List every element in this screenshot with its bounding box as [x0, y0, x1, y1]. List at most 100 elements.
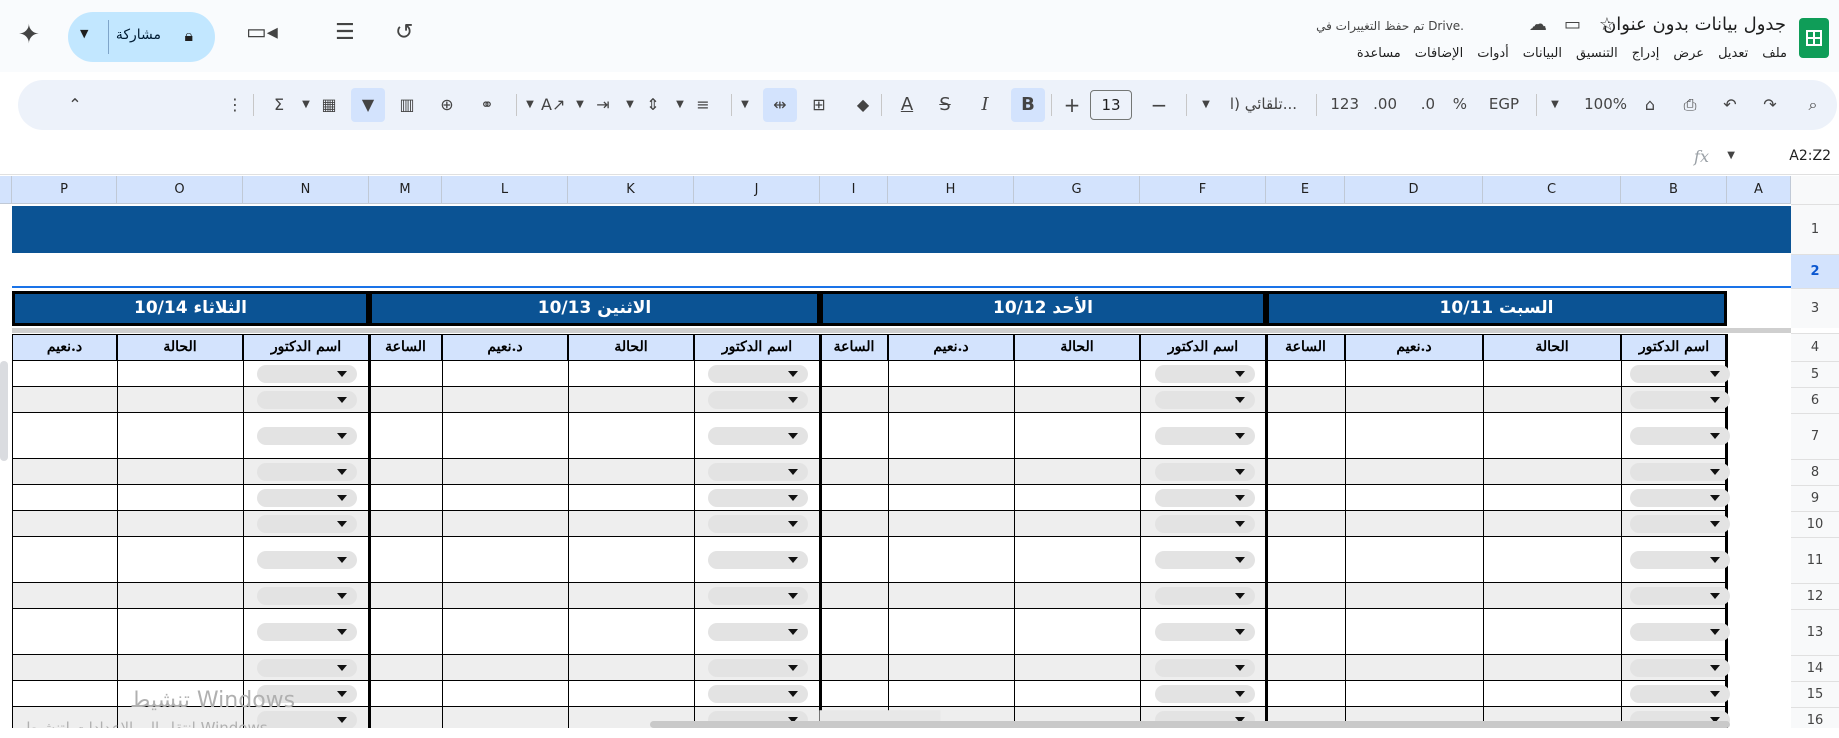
merge-cells-icon[interactable]: ⇹	[763, 88, 797, 122]
select-all-corner[interactable]	[1791, 176, 1839, 205]
gemini-sparkle-icon[interactable]: ✦	[18, 20, 40, 50]
doctor-dropdown[interactable]	[1630, 587, 1730, 605]
subheader-hour-i[interactable]: الساعة	[820, 334, 888, 361]
share-button[interactable]: ▼ مشاركة 🔒︎	[68, 12, 215, 62]
doctor-dropdown[interactable]	[257, 659, 357, 677]
menu-edit[interactable]: تعديل	[1718, 46, 1748, 61]
currency-format-button[interactable]: EGP	[1489, 95, 1519, 113]
doctor-dropdown[interactable]	[257, 427, 357, 445]
doctor-dropdown[interactable]	[708, 587, 808, 605]
column-header-c[interactable]: C	[1483, 176, 1621, 204]
title-band-row-1[interactable]	[12, 206, 1791, 253]
doctor-dropdown[interactable]	[257, 463, 357, 481]
insert-link-icon[interactable]: ⚭	[475, 93, 499, 117]
row-header-14[interactable]: 14	[1791, 655, 1839, 681]
filter-icon[interactable]: ▼	[351, 88, 385, 122]
subheader-doctor-j[interactable]: اسم الدكتور	[694, 334, 820, 361]
star-icon[interactable]: ☆	[1599, 14, 1615, 35]
italic-icon[interactable]: I	[973, 93, 997, 117]
doctor-dropdown[interactable]	[257, 623, 357, 641]
menu-tools[interactable]: أدوات	[1477, 46, 1509, 61]
sheets-logo[interactable]	[1799, 18, 1829, 58]
column-header-j[interactable]: J	[694, 176, 820, 204]
doctor-dropdown[interactable]	[1630, 515, 1730, 533]
number-format-button[interactable]: 123	[1330, 95, 1359, 113]
column-header-d[interactable]: D	[1345, 176, 1483, 204]
doctor-dropdown[interactable]	[708, 427, 808, 445]
document-title[interactable]: جدول بيانات بدون عنوان	[1603, 14, 1786, 35]
increase-decimal-button[interactable]: .00	[1373, 95, 1397, 113]
row-header-8[interactable]: 8	[1791, 459, 1839, 485]
font-size-input[interactable]: 13	[1090, 90, 1132, 120]
meet-video-icon[interactable]: ▭◂	[246, 20, 278, 45]
name-box-caret-icon[interactable]: ▼	[1727, 150, 1735, 161]
doctor-dropdown[interactable]	[1630, 551, 1730, 569]
wrap-caret-icon[interactable]: ▼	[573, 93, 587, 117]
undo-icon[interactable]: ↶	[1718, 93, 1742, 117]
row-header-11[interactable]: 11	[1791, 537, 1839, 583]
insert-comment-icon[interactable]: ⊕	[435, 93, 459, 117]
column-header-m[interactable]: M	[369, 176, 442, 204]
valign-caret-icon[interactable]: ▼	[623, 93, 637, 117]
doctor-dropdown[interactable]	[257, 365, 357, 383]
doctor-dropdown[interactable]	[257, 515, 357, 533]
subheader-status-o[interactable]: الحالة	[117, 334, 243, 361]
column-header-g[interactable]: G	[1014, 176, 1140, 204]
subheader-name-h[interactable]: د.نعيم	[888, 334, 1014, 361]
row-header-15[interactable]: 15	[1791, 681, 1839, 707]
column-header-f[interactable]: F	[1140, 176, 1266, 204]
doctor-dropdown[interactable]	[1155, 659, 1255, 677]
doctor-dropdown[interactable]	[708, 685, 808, 703]
doctor-dropdown[interactable]	[257, 551, 357, 569]
search-menus-icon[interactable]: ⌕	[1801, 93, 1825, 117]
fill-color-icon[interactable]: ◆	[851, 93, 875, 117]
vertical-align-icon[interactable]: ⇕	[641, 93, 665, 117]
doctor-dropdown[interactable]	[1155, 391, 1255, 409]
subheader-status-g[interactable]: الحالة	[1014, 334, 1140, 361]
menu-format[interactable]: التنسيق	[1576, 46, 1618, 61]
column-header-h[interactable]: H	[888, 176, 1014, 204]
subheader-hour-e[interactable]: الساعة	[1266, 334, 1345, 361]
row-header-1[interactable]: 1	[1791, 204, 1839, 254]
row-header-16[interactable]: 16	[1791, 707, 1839, 728]
doctor-dropdown[interactable]	[1155, 427, 1255, 445]
menu-file[interactable]: ملف	[1762, 46, 1787, 61]
menu-help[interactable]: مساعدة	[1357, 46, 1401, 61]
doctor-dropdown[interactable]	[708, 659, 808, 677]
zoom-caret-icon[interactable]: ▼	[1548, 93, 1562, 117]
subheader-status-c[interactable]: الحالة	[1483, 334, 1621, 361]
paint-format-icon[interactable]: ⌂	[1638, 93, 1662, 117]
menu-view[interactable]: عرض	[1673, 46, 1704, 61]
menu-insert[interactable]: إدراج	[1632, 46, 1660, 61]
doctor-dropdown[interactable]	[1155, 587, 1255, 605]
doctor-dropdown[interactable]	[1630, 489, 1730, 507]
doctor-dropdown[interactable]	[1630, 659, 1730, 677]
print-icon[interactable]: ⎙	[1678, 93, 1702, 117]
row-header-6[interactable]: 6	[1791, 387, 1839, 413]
move-folder-icon[interactable]: ▭	[1564, 14, 1581, 35]
filter-views-caret-icon[interactable]: ▼	[299, 93, 313, 117]
doctor-dropdown[interactable]	[1630, 463, 1730, 481]
column-header-l[interactable]: L	[442, 176, 568, 204]
zoom-select[interactable]: 100%	[1584, 95, 1627, 113]
menu-data[interactable]: البيانات	[1523, 46, 1562, 61]
merge-caret-icon[interactable]: ▼	[738, 93, 752, 117]
column-header-e[interactable]: E	[1266, 176, 1345, 204]
column-header-k[interactable]: K	[568, 176, 694, 204]
column-header-i[interactable]: I	[820, 176, 888, 204]
vertical-scrollbar[interactable]	[0, 361, 8, 461]
doctor-dropdown[interactable]	[1630, 391, 1730, 409]
doctor-dropdown[interactable]	[1155, 489, 1255, 507]
column-header-n[interactable]: N	[243, 176, 369, 204]
font-caret-icon[interactable]: ▼	[1199, 93, 1213, 117]
doctor-dropdown[interactable]	[257, 587, 357, 605]
cloud-saved-icon[interactable]: ☁	[1529, 14, 1547, 35]
doctor-dropdown[interactable]	[257, 489, 357, 507]
insert-chart-icon[interactable]: ▥	[395, 93, 419, 117]
font-family-select[interactable]: تلقائي (ا...	[1230, 95, 1297, 113]
day-header-sunday[interactable]: الأحد 10/12	[820, 291, 1266, 326]
redo-icon[interactable]: ↷	[1758, 93, 1782, 117]
doctor-dropdown[interactable]	[708, 391, 808, 409]
percent-format-button[interactable]: %	[1453, 95, 1467, 113]
frozen-rows-divider[interactable]	[12, 328, 1791, 333]
